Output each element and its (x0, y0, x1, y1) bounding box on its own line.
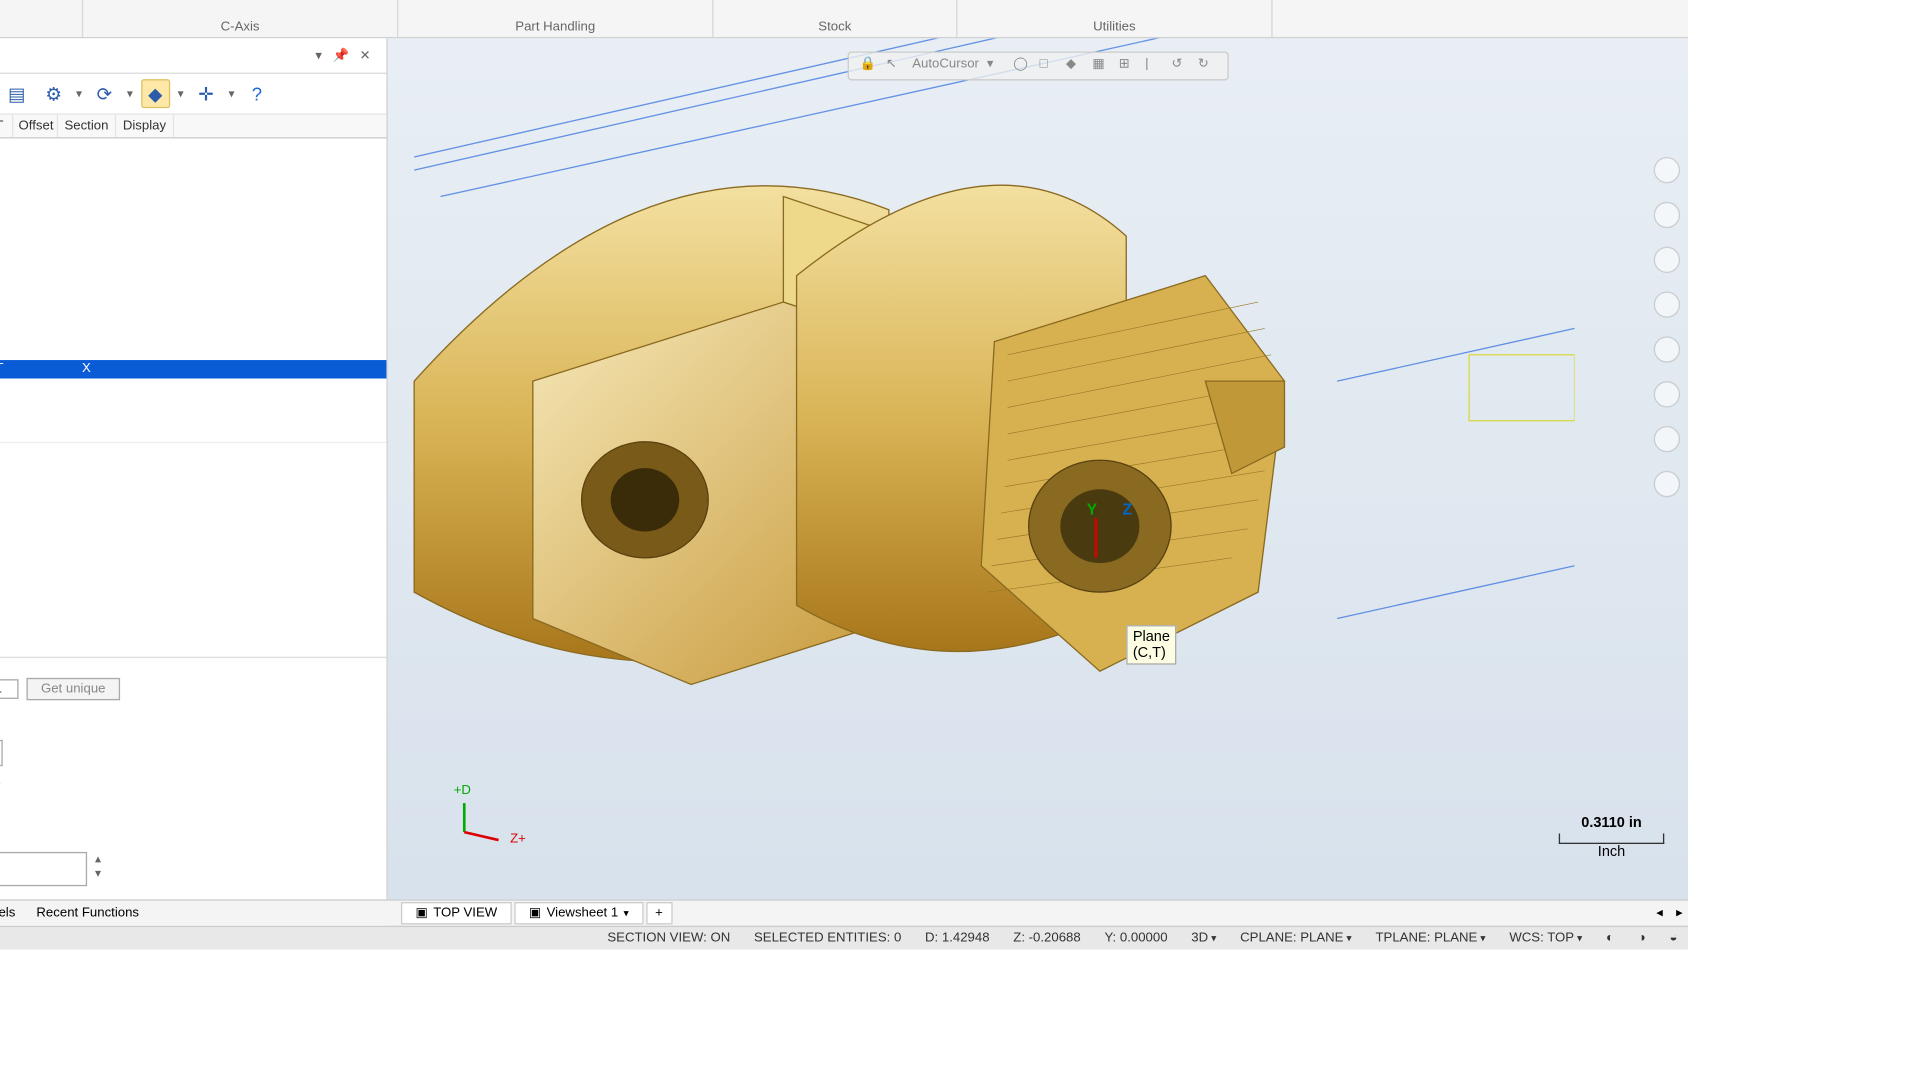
refresh-button[interactable]: ⟳ (90, 79, 119, 108)
vt-2[interactable]: □ (1040, 57, 1058, 75)
get-unique-button[interactable]: Get unique (26, 677, 120, 699)
col-offset[interactable]: Offset (13, 115, 58, 137)
wire-icon[interactable] (1654, 381, 1680, 407)
plane-row-front[interactable]: Front (0, 157, 386, 175)
pick-origin-button[interactable]: ↖ (0, 740, 3, 766)
ribbon-group-label: General (0, 17, 77, 37)
status-icon-3[interactable]: ◒ (1669, 931, 1677, 946)
status-tplane[interactable]: TPLANE: PLANE (1375, 931, 1485, 946)
view-icon[interactable] (1654, 291, 1680, 317)
zoom-in-icon[interactable] (1654, 157, 1680, 183)
plane-row-iso-reverse[interactable]: Iso reverse (0, 268, 386, 286)
col-t[interactable]: T (0, 115, 13, 137)
vt-lock-icon[interactable]: 🔒 (859, 57, 877, 75)
offset-number[interactable]: -1 (0, 679, 19, 699)
status-y: Y: 0.00000 (1104, 931, 1167, 946)
status-d: D: 1.42948 (925, 931, 990, 946)
plane-row-plane[interactable]: ✓PlaneCTX (0, 360, 386, 378)
status-z: Z: -0.20688 (1013, 931, 1080, 946)
vt-5[interactable]: ⊞ (1119, 57, 1137, 75)
section-icon[interactable] (1654, 426, 1680, 452)
gear-button[interactable]: ⚙ (39, 79, 68, 108)
plane-marker-label: Plane (C,T) (1126, 625, 1176, 665)
rotate-icon[interactable] (1654, 202, 1680, 228)
ribbon-group-label: Stock (719, 17, 951, 37)
autocursor-label[interactable]: AutoCursor (912, 57, 979, 75)
status-mode[interactable]: 3D (1191, 931, 1216, 946)
comment-field[interactable] (0, 852, 87, 886)
shade-icon[interactable] (1654, 336, 1680, 362)
gnomon: +D Z+ (454, 783, 526, 846)
viewtab-top[interactable]: ▣TOP VIEW (401, 902, 512, 924)
status-icon-1[interactable]: ◐ (1606, 931, 1614, 946)
status-selected: SELECTED ENTITIES: 0 (754, 931, 901, 946)
col-display[interactable]: Display (116, 115, 174, 137)
ribbon-group-label: Part Handling (404, 17, 707, 37)
more-icon[interactable] (1654, 471, 1680, 497)
viewtab-add[interactable]: + (646, 902, 672, 924)
plane-row-right-side[interactable]: Right side (0, 212, 386, 230)
panel-dropdown-icon[interactable]: ▾ (310, 48, 327, 63)
panel-close-icon[interactable]: ✕ (354, 48, 376, 63)
vt-6[interactable]: ↺ (1171, 57, 1189, 75)
highlight-button[interactable]: ◆ (141, 79, 170, 108)
comment-expand-icon[interactable]: ▴▾ (95, 852, 101, 881)
axis-button[interactable]: ✛ (192, 79, 221, 108)
side-tab-levels[interactable]: Levels (0, 902, 26, 924)
side-tab-recent-functions[interactable]: Recent Functions (26, 902, 150, 924)
ribbon-group-label: C-Axis (88, 17, 391, 37)
viewtab-next-icon[interactable]: ▸ (1671, 906, 1688, 921)
plane-row-lathe-z-world-z[interactable]: Lathe Z = World Z (0, 305, 386, 323)
vt-4[interactable]: ▦ (1092, 57, 1110, 75)
vt-3[interactable]: ◆ (1066, 57, 1084, 75)
status-cplane[interactable]: CPLANE: PLANE (1240, 931, 1352, 946)
plane-row-top[interactable]: ✓TopW... (0, 139, 386, 157)
plane-row-left-side[interactable]: Left side (0, 231, 386, 249)
vt-1[interactable]: ◯ (1013, 57, 1031, 75)
list-button[interactable]: ▤ (2, 79, 31, 108)
plane-row-lathe-upper-left[interactable]: ✓Lathe upper left (0, 342, 386, 360)
scale-bar: 0.3110 in Inch (1559, 815, 1664, 860)
vt-cursor-icon[interactable]: ↖ (886, 57, 904, 75)
plane-row-iso[interactable]: Iso (0, 249, 386, 267)
view-toolbar[interactable]: 🔒 ↖ AutoCursor ▾ ◯□ ◆▦ ⊞| ↺↻ (848, 51, 1229, 80)
col-section[interactable]: Section (58, 115, 116, 137)
view-triad: Y Z (1087, 500, 1132, 558)
plane-row--d-z[interactable]: +D+Z (0, 323, 386, 341)
viewtab-sheet1[interactable]: ▣Viewsheet 1▾ (514, 902, 643, 924)
viewport-3d[interactable]: 🔒 ↖ AutoCursor ▾ ◯□ ◆▦ ⊞| ↺↻ Y (388, 38, 1688, 899)
vt-7[interactable]: ↻ (1198, 57, 1216, 75)
status-section[interactable]: SECTION VIEW: ON (607, 931, 730, 946)
help-button[interactable]: ? (242, 79, 271, 108)
plane-row-trimetric[interactable]: Trimetric (0, 286, 386, 304)
status-wcs[interactable]: WCS: TOP (1509, 931, 1582, 946)
status-icon-2[interactable]: ◑ (1638, 931, 1646, 946)
viewtab-prev-icon[interactable]: ◂ (1651, 906, 1668, 921)
panel-pin-icon[interactable]: 📌 (327, 48, 354, 63)
fit-icon[interactable] (1654, 247, 1680, 273)
plane-row-back[interactable]: Back (0, 175, 386, 193)
ribbon-group-label: Utilities (963, 17, 1266, 37)
plane-row-bottom[interactable]: Bottom (0, 194, 386, 212)
